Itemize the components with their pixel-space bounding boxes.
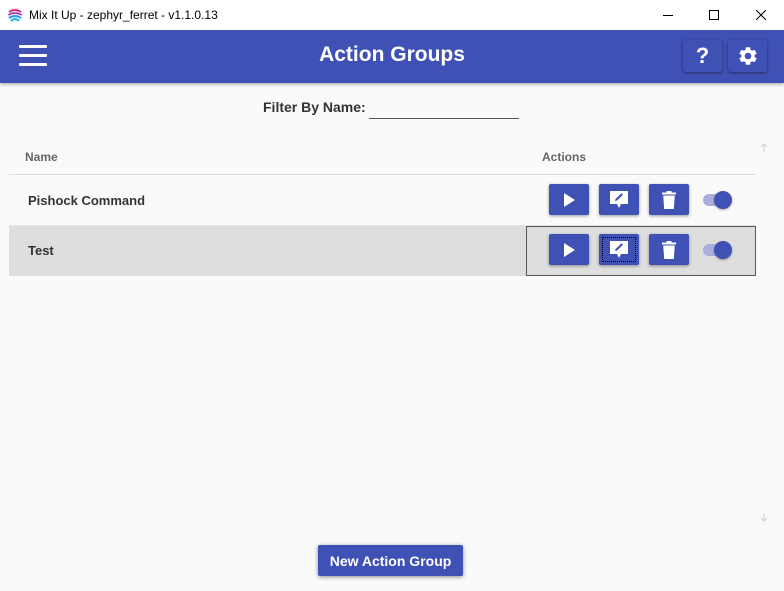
edit-icon xyxy=(610,240,628,258)
help-button[interactable]: ? xyxy=(683,40,722,72)
play-button[interactable] xyxy=(549,234,589,265)
column-header-name: Name xyxy=(25,150,58,164)
filter-label: Filter By Name: xyxy=(263,99,366,115)
minimize-button[interactable] xyxy=(645,0,691,30)
play-icon xyxy=(564,242,575,257)
window-title-bar: Mix It Up - zephyr_ferret - v1.1.0.13 xyxy=(0,0,784,30)
scroll-up-button[interactable] xyxy=(757,141,771,155)
window-title: Mix It Up - zephyr_ferret - v1.1.0.13 xyxy=(29,8,218,22)
table-row-selected[interactable]: Test xyxy=(9,226,756,276)
maximize-icon xyxy=(709,10,719,20)
filter-name-input[interactable] xyxy=(369,98,519,119)
delete-icon xyxy=(662,190,676,209)
toggle-thumb xyxy=(714,241,732,259)
page-title: Action Groups xyxy=(319,43,465,66)
gear-icon xyxy=(738,47,757,65)
header-divider xyxy=(9,174,756,175)
row-name: Test xyxy=(28,243,54,258)
arrow-down-icon xyxy=(760,513,768,522)
app-logo-icon xyxy=(7,7,23,23)
close-button[interactable] xyxy=(738,0,784,30)
row-name: Pishock Command xyxy=(28,193,146,208)
new-action-group-button[interactable]: New Action Group xyxy=(318,545,463,576)
app-header: Action Groups ? xyxy=(0,30,784,83)
scroll-down-button[interactable] xyxy=(757,510,771,524)
minimize-icon xyxy=(663,15,673,16)
help-icon: ? xyxy=(695,43,710,68)
delete-button[interactable] xyxy=(649,184,689,215)
toggle-thumb xyxy=(714,191,732,209)
close-icon xyxy=(756,10,766,20)
play-icon xyxy=(564,192,575,207)
delete-icon xyxy=(662,240,676,259)
delete-button[interactable] xyxy=(649,234,689,265)
column-header-actions: Actions xyxy=(542,150,587,164)
edit-button[interactable] xyxy=(599,184,639,215)
maximize-button[interactable] xyxy=(691,0,737,30)
enabled-toggle[interactable] xyxy=(701,190,735,210)
edit-icon xyxy=(610,190,628,208)
enabled-toggle[interactable] xyxy=(701,240,735,260)
settings-button[interactable] xyxy=(728,40,767,72)
edit-button[interactable] xyxy=(599,234,639,265)
play-button[interactable] xyxy=(549,184,589,215)
table-row[interactable]: Pishock Command xyxy=(9,176,756,226)
arrow-up-icon xyxy=(760,143,768,152)
